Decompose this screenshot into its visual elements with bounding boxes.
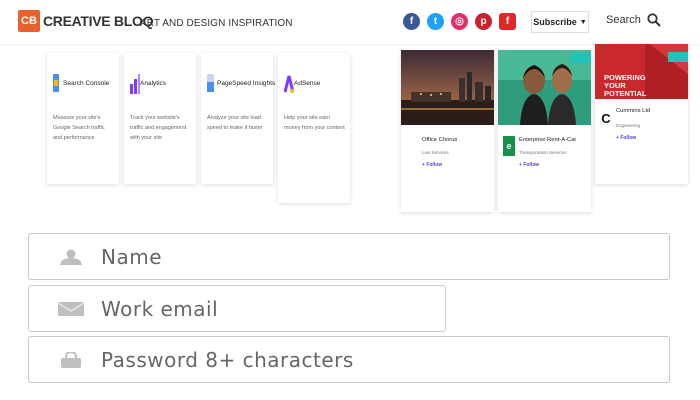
enterprise-logo: e [503, 136, 515, 156]
search-console-icon [53, 74, 59, 92]
password-placeholder: Password 8+ characters [101, 347, 354, 372]
creative-bloq-logo[interactable]: CB CREATIVE BLOQ [18, 10, 153, 32]
company-card-enterprise[interactable]: e Enterprise Rent-A-Car Transportation S… [498, 50, 591, 212]
product-title: Search Console [63, 80, 110, 87]
search-icon [647, 13, 661, 27]
product-description: Help your site earn money from your cont… [284, 115, 345, 131]
twitter-icon[interactable]: t [427, 13, 444, 30]
pinterest-icon[interactable]: p [475, 13, 492, 30]
product-description: Track your website's traffic and engagem… [130, 115, 187, 141]
analytics-icon [130, 74, 140, 94]
company-card-cummins[interactable]: POWERING YOUR POTENTIAL C Cummins Ltd En… [595, 44, 688, 184]
email-placeholder: Work email [101, 296, 219, 321]
work-email-field[interactable]: Work email [28, 285, 446, 332]
product-card-pagespeed[interactable]: PageSpeed Insights Analyze your site loa… [201, 53, 276, 184]
follow-label: Follow [523, 162, 540, 168]
company-name: Cummins Ltd [616, 108, 651, 114]
logo-wordmark: CREATIVE BLOQ [43, 13, 154, 29]
company-category: Engineering [616, 123, 641, 128]
follow-label: Follow [620, 135, 637, 141]
cummins-banner-text: POWERING YOUR POTENTIAL [604, 73, 647, 98]
search-button[interactable]: Search [606, 13, 661, 27]
new-badge [668, 52, 688, 62]
company-name: Office Chorus [422, 137, 458, 143]
company-name: Enterprise Rent-A-Car [519, 137, 577, 143]
person-icon [60, 249, 82, 265]
city-night-image [401, 50, 494, 125]
product-card-adsense[interactable]: AdSense Help your site earn money from y… [278, 53, 350, 203]
cummins-logo: C [601, 111, 611, 126]
search-label: Search [606, 14, 641, 26]
logo-badge: CB [18, 10, 40, 32]
adsense-icon [284, 75, 294, 93]
social-links: f t ◎ p f [403, 13, 516, 30]
subscribe-button[interactable]: Subscribe ▼ [531, 11, 589, 33]
product-description: Measure your site's Google Search traffi… [53, 115, 105, 141]
company-card-office-chorus[interactable]: Office Chorus Law Services + Follow [401, 50, 494, 212]
product-description: Analyze your site load speed to make it … [207, 115, 263, 131]
product-card-search-console[interactable]: Search Console Measure your site's Googl… [47, 53, 119, 184]
product-title: AdSense [294, 80, 321, 87]
name-placeholder: Name [101, 244, 163, 269]
site-tagline: ART AND DESIGN INSPIRATION [140, 18, 293, 29]
pagespeed-icon [207, 74, 214, 92]
lock-icon [61, 351, 81, 368]
facebook-icon[interactable]: f [403, 13, 420, 30]
flipboard-icon[interactable]: f [499, 13, 516, 30]
subscribe-label: Subscribe [533, 17, 577, 27]
follow-button[interactable]: + Follow [422, 162, 442, 168]
new-badge [571, 53, 591, 63]
password-field[interactable]: Password 8+ characters [28, 336, 670, 383]
follow-label: Follow [426, 162, 443, 168]
name-field[interactable]: Name [28, 233, 670, 280]
follow-button[interactable]: + Follow [519, 162, 539, 168]
company-category: Transportation Services [519, 150, 567, 155]
site-header: CB CREATIVE BLOQ ART AND DESIGN INSPIRAT… [0, 0, 700, 44]
envelope-icon [58, 301, 84, 316]
company-category: Law Services [422, 150, 449, 155]
product-title: PageSpeed Insights [217, 80, 276, 87]
product-title: Analytics [140, 80, 167, 87]
chevron-down-icon: ▼ [579, 18, 587, 26]
instagram-icon[interactable]: ◎ [451, 13, 468, 30]
product-card-analytics[interactable]: Analytics Track your website's traffic a… [124, 53, 196, 184]
follow-button[interactable]: + Follow [616, 135, 636, 141]
